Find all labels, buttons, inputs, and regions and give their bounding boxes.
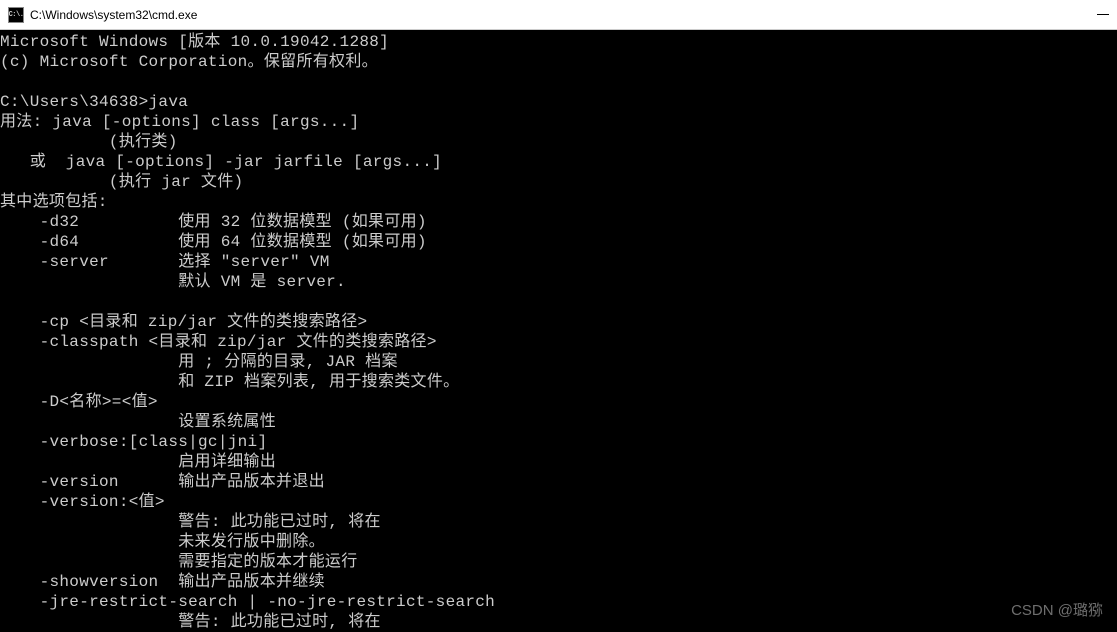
terminal-line: 或 java [-options] -jar jarfile [args...] [0, 152, 1117, 172]
window-titlebar: C:\. C:\Windows\system32\cmd.exe [0, 0, 1117, 30]
terminal-line: 警告: 此功能已过时, 将在 [0, 612, 1117, 632]
terminal-line: -version 输出产品版本并退出 [0, 472, 1117, 492]
window-title: C:\Windows\system32\cmd.exe [30, 8, 197, 22]
terminal-line: 默认 VM 是 server. [0, 272, 1117, 292]
terminal-line: 其中选项包括: [0, 192, 1117, 212]
cmd-icon: C:\. [8, 7, 24, 23]
terminal-line [0, 72, 1117, 92]
terminal-line: -cp <目录和 zip/jar 文件的类搜索路径> [0, 312, 1117, 332]
terminal-line: -classpath <目录和 zip/jar 文件的类搜索路径> [0, 332, 1117, 352]
terminal-line: (执行 jar 文件) [0, 172, 1117, 192]
terminal-line: Microsoft Windows [版本 10.0.19042.1288] [0, 32, 1117, 52]
terminal-line: (执行类) [0, 132, 1117, 152]
terminal-line: -d32 使用 32 位数据模型 (如果可用) [0, 212, 1117, 232]
terminal-line: 设置系统属性 [0, 412, 1117, 432]
terminal-line: 和 ZIP 档案列表, 用于搜索类文件。 [0, 372, 1117, 392]
terminal-line: -server 选择 "server" VM [0, 252, 1117, 272]
terminal-line: -showversion 输出产品版本并继续 [0, 572, 1117, 592]
terminal-line: 未来发行版中删除。 [0, 532, 1117, 552]
terminal-line: 用 ; 分隔的目录, JAR 档案 [0, 352, 1117, 372]
terminal-line: -jre-restrict-search | -no-jre-restrict-… [0, 592, 1117, 612]
terminal-line: -verbose:[class|gc|jni] [0, 432, 1117, 452]
minimize-button[interactable] [1097, 14, 1109, 15]
terminal-line [0, 292, 1117, 312]
titlebar-left: C:\. C:\Windows\system32\cmd.exe [8, 7, 197, 23]
terminal-output[interactable]: Microsoft Windows [版本 10.0.19042.1288](c… [0, 30, 1117, 632]
terminal-line: 启用详细输出 [0, 452, 1117, 472]
terminal-line: C:\Users\34638>java [0, 92, 1117, 112]
terminal-line: 警告: 此功能已过时, 将在 [0, 512, 1117, 532]
terminal-line: -d64 使用 64 位数据模型 (如果可用) [0, 232, 1117, 252]
terminal-line: -version:<值> [0, 492, 1117, 512]
terminal-line: 用法: java [-options] class [args...] [0, 112, 1117, 132]
terminal-line: -D<名称>=<值> [0, 392, 1117, 412]
terminal-line: 需要指定的版本才能运行 [0, 552, 1117, 572]
terminal-line: (c) Microsoft Corporation。保留所有权利。 [0, 52, 1117, 72]
window-controls [1097, 14, 1109, 15]
